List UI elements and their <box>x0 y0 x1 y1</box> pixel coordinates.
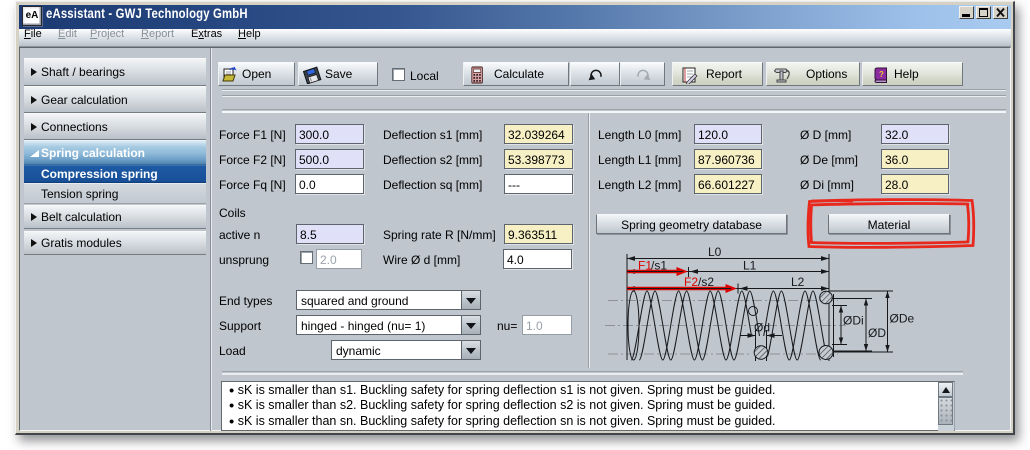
svg-text:/s1: /s1 <box>651 259 667 273</box>
svg-text:?: ? <box>879 70 884 79</box>
svg-text:Ød: Ød <box>754 321 770 335</box>
svg-text:L0: L0 <box>708 245 722 259</box>
svg-text:L2: L2 <box>791 275 805 289</box>
svg-text:L1: L1 <box>743 259 757 273</box>
svg-text:/s2: /s2 <box>698 275 714 289</box>
svg-text:ØDi: ØDi <box>843 314 864 328</box>
svg-text:F2: F2 <box>684 275 698 289</box>
svg-text:ØDe: ØDe <box>890 312 915 326</box>
svg-text:ØD: ØD <box>868 326 886 340</box>
